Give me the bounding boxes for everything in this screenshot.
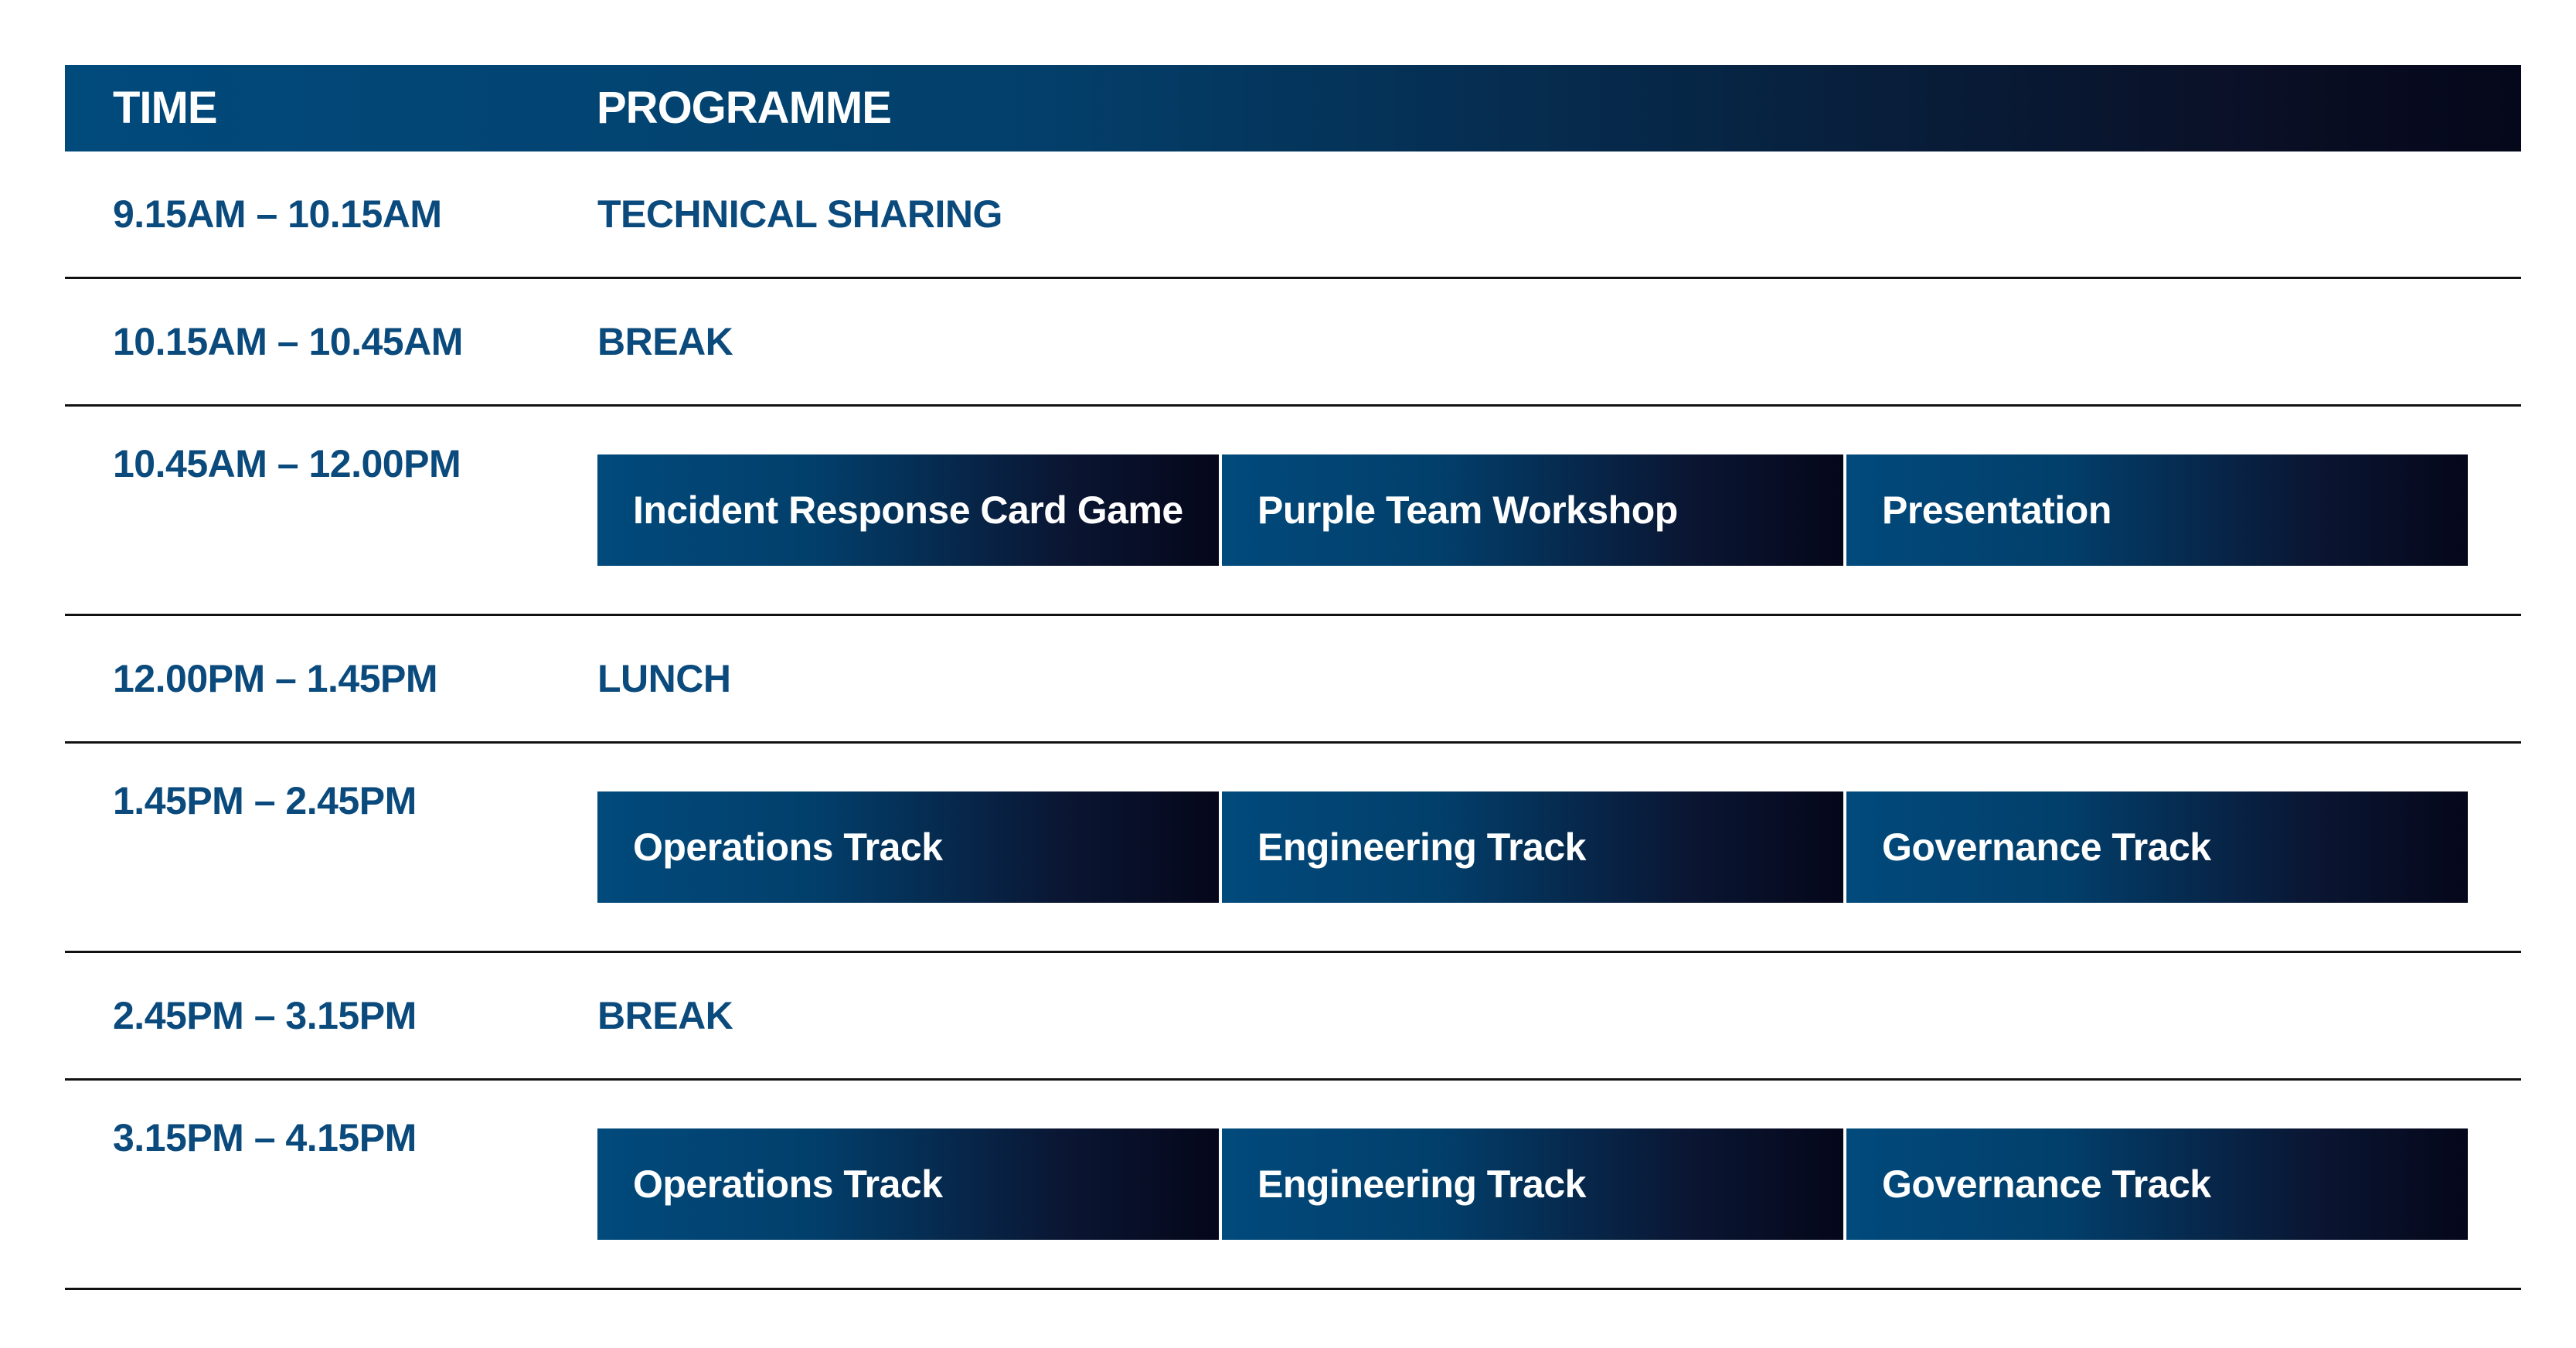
track-block: Incident Response Card Game bbox=[597, 454, 1219, 566]
track-block: Purple Team Workshop bbox=[1222, 454, 1843, 566]
track-block: Governance Track bbox=[1846, 1128, 2468, 1240]
track-block: Engineering Track bbox=[1222, 1128, 1843, 1240]
track-block: Operations Track bbox=[597, 1128, 1219, 1240]
table-row: 12.00PM – 1.45PM LUNCH bbox=[65, 616, 2521, 744]
table-row: 10.15AM – 10.45AM BREAK bbox=[65, 279, 2521, 407]
track-group: Incident Response Card Game Purple Team … bbox=[597, 454, 2468, 566]
track-block: Governance Track bbox=[1846, 791, 2468, 903]
table-header: TIME PROGRAMME bbox=[65, 65, 2521, 151]
table-row: 2.45PM – 3.15PM BREAK bbox=[65, 953, 2521, 1081]
table-row: 10.45AM – 12.00PM Incident Response Card… bbox=[65, 407, 2521, 616]
row-programme: LUNCH bbox=[597, 657, 731, 700]
row-time: 10.15AM – 10.45AM bbox=[113, 320, 463, 363]
row-programme: TECHNICAL SHARING bbox=[597, 192, 1002, 236]
row-time: 10.45AM – 12.00PM bbox=[113, 442, 461, 485]
track-group: Operations Track Engineering Track Gover… bbox=[597, 1128, 2468, 1240]
row-time: 2.45PM – 3.15PM bbox=[113, 994, 417, 1037]
time-column-header: TIME bbox=[113, 83, 218, 133]
programme-column-header: PROGRAMME bbox=[597, 83, 892, 133]
row-time: 12.00PM – 1.45PM bbox=[113, 657, 438, 700]
row-time: 3.15PM – 4.15PM bbox=[113, 1116, 417, 1159]
row-time: 9.15AM – 10.15AM bbox=[113, 192, 442, 236]
row-programme: BREAK bbox=[597, 320, 733, 363]
track-block: Engineering Track bbox=[1222, 791, 1843, 903]
track-block: Operations Track bbox=[597, 791, 1219, 903]
row-time: 1.45PM – 2.45PM bbox=[113, 779, 417, 822]
schedule-table: TIME PROGRAMME 9.15AM – 10.15AM TECHNICA… bbox=[65, 65, 2521, 1290]
track-block: Presentation bbox=[1846, 454, 2468, 566]
track-group: Operations Track Engineering Track Gover… bbox=[597, 791, 2468, 903]
table-row: 3.15PM – 4.15PM Operations Track Enginee… bbox=[65, 1081, 2521, 1290]
row-programme: BREAK bbox=[597, 994, 733, 1037]
table-row: 9.15AM – 10.15AM TECHNICAL SHARING bbox=[65, 151, 2521, 279]
table-row: 1.45PM – 2.45PM Operations Track Enginee… bbox=[65, 744, 2521, 953]
